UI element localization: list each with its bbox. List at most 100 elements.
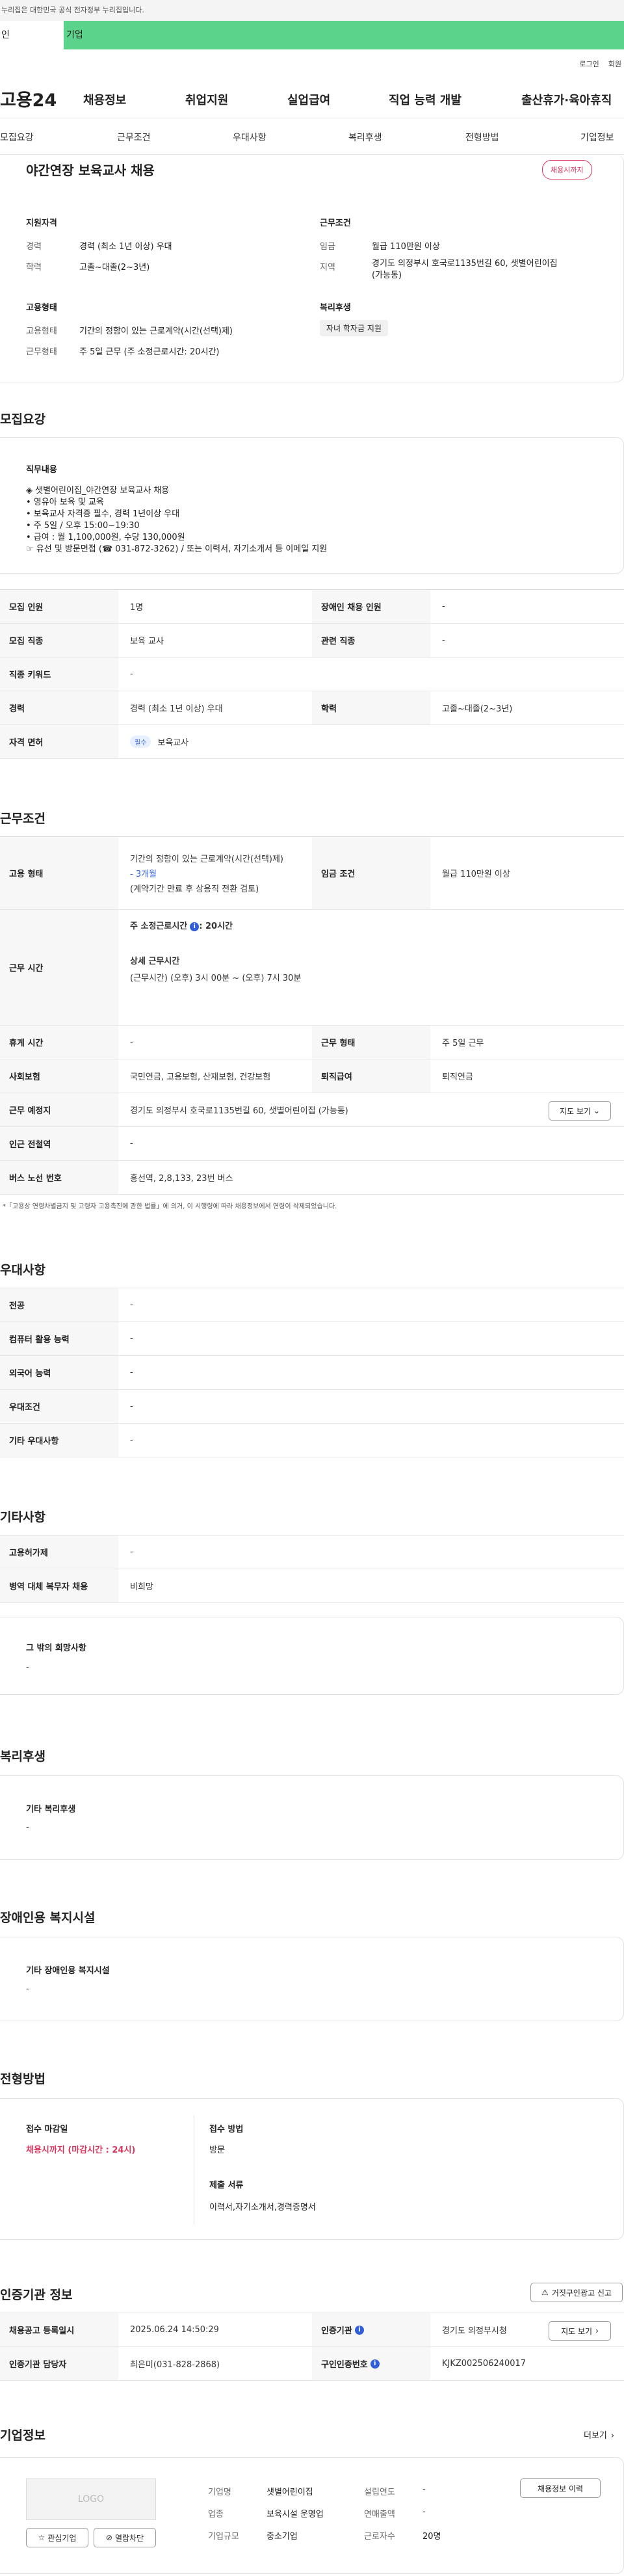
cert-map-button[interactable]: 지도 보기 ›	[549, 2321, 611, 2341]
report-false-ad-button[interactable]: ⚠ 거짓구인광고 신고	[530, 2283, 623, 2302]
preference-table: 전공 - 컴퓨터 활용 능력 - 외국어 능력 - 우대조건 - 기타 우대사항 -	[0, 1288, 624, 1457]
table-row: 직종 키워드 -	[0, 657, 624, 691]
detail-hours-title: 상세 근무시간	[130, 957, 180, 966]
table-cell: 월급 110만원 이상	[442, 870, 510, 879]
weekly-hours: 주 소정근로시간 i: 20시간	[130, 922, 233, 931]
table-row: 인증기관 담당자 최은미(031-828-2868) 구인인증번호 i KJKZ0…	[0, 2347, 624, 2381]
welfare-tag: 자녀 학자금 지원	[320, 320, 388, 336]
recruit-table: 모집 인원 1명 장애인 채용 인원 - 모집 직종 보육 교사 관련 직종 -…	[0, 589, 624, 759]
gov-notice: 누리집은 대한민국 공식 전자정부 누리집입니다.	[0, 0, 624, 21]
facility-title: 장애인용 복지시설	[0, 1911, 96, 1925]
table-header: 우대조건	[0, 1390, 118, 1423]
chevron-right-icon: ›	[595, 2326, 599, 2335]
info-icon[interactable]: i	[190, 922, 200, 931]
snb-selection[interactable]: 전형방법	[465, 131, 499, 144]
table-header: 직종 키워드	[0, 657, 118, 691]
revenue-value: -	[422, 2507, 426, 2517]
facility-box-title: 기타 장애인용 복지시설	[26, 1966, 110, 1976]
table-cell: KJKZ002506240017	[442, 2359, 526, 2369]
table-cell: -	[130, 1139, 133, 1149]
table-cell: -	[130, 1368, 133, 1377]
region-label: 지역	[320, 263, 335, 272]
employment-type-value: 기간의 정함이 있는 근로계약(시간(선택)제)	[79, 326, 233, 336]
snb-preference[interactable]: 우대사항	[233, 131, 266, 144]
education-value: 고졸~대졸(2~3년)	[79, 263, 150, 272]
company-more-link[interactable]: 더보기 ›	[584, 2428, 614, 2441]
deadline-value: 채용시까지 (마감시간 : 24시)	[26, 2145, 136, 2155]
table-row: 인근 전철역 -	[0, 1127, 624, 1161]
table-cell: -	[130, 1547, 133, 1557]
snb-benefit[interactable]: 복리후생	[348, 131, 382, 144]
gnb-employment-support[interactable]: 취업지원	[185, 91, 228, 108]
table-row: 기타 우대사항 -	[0, 1424, 624, 1457]
cert-title: 인증기관 정보	[0, 2288, 73, 2302]
cert-table: 채용공고 등록일시 2025.06.24 14:50:29 인증기관 i 경기도 …	[0, 2313, 624, 2381]
facility-box-value: -	[26, 1984, 29, 1994]
favorite-company-button[interactable]: ☆ 관심기업	[26, 2528, 88, 2547]
table-header: 인증기관 i	[312, 2313, 430, 2346]
table-header: 휴게 시간	[0, 1026, 118, 1059]
table-header: 자격 면허	[0, 725, 118, 758]
snb-condition[interactable]: 근무조건	[117, 131, 151, 144]
table-header: 퇴직급여	[312, 1059, 430, 1093]
table-row: 채용공고 등록일시 2025.06.24 14:50:29 인증기관 i 경기도 …	[0, 2313, 624, 2347]
condition-title: 근무조건	[0, 812, 46, 826]
table-cell: 퇴직연금	[442, 1072, 473, 1082]
qualification-heading: 지원자격	[26, 219, 57, 228]
info-icon[interactable]: i	[354, 2325, 364, 2335]
login-link[interactable]: 로그인	[579, 60, 599, 68]
tab-individual[interactable]: 인	[0, 21, 64, 49]
wage-value: 월급 110만원 이상	[372, 242, 440, 252]
etc-box-value: -	[26, 1663, 29, 1673]
benefit-box-value: -	[26, 1823, 29, 1833]
contract-note: (계약기간 만료 후 상용직 전환 검토)	[130, 884, 259, 894]
snb-company[interactable]: 기업정보	[580, 131, 614, 144]
table-row: 휴게 시간 - 근무 형태 주 5일 근무	[0, 1026, 624, 1059]
table-header: 장애인 채용 인원	[312, 590, 430, 623]
region-value: 경기도 의정부시 호국로1135번길 60, 샛별어린이집	[372, 259, 558, 269]
site-logo[interactable]: 고용24	[0, 86, 77, 111]
table-header: 근무 시간	[0, 910, 118, 1025]
region-value-2: (가능동)	[372, 271, 402, 280]
gnb-job-training[interactable]: 직업 능력 개발	[389, 91, 462, 108]
gnb-jobs[interactable]: 채용정보	[83, 91, 126, 108]
join-link[interactable]: 회원	[608, 60, 621, 68]
recruit-title: 모집요강	[0, 412, 46, 427]
table-header: 모집 인원	[0, 590, 118, 623]
deadline-label: 접수 마감일	[26, 2125, 68, 2134]
gnb-unemployment-benefit[interactable]: 실업급여	[287, 91, 330, 108]
table-cell: -	[130, 669, 133, 679]
recruit-history-button[interactable]: 채용정보 이력	[520, 2478, 601, 2498]
deadline-badge: 채용시까지	[542, 160, 592, 179]
duty-line: ☞ 유선 및 방문면접 (☎ 031-872-3262) / 또는 이력서, 자…	[26, 544, 328, 554]
star-icon: ☆	[38, 2533, 46, 2542]
preference-title: 우대사항	[0, 1263, 46, 1277]
method-label: 접수 방법	[209, 2125, 244, 2134]
condition-heading: 근무조건	[320, 219, 351, 228]
required-badge: 필수	[130, 736, 151, 748]
table-row: 경력 경력 (최소 1년 이상) 우대 학력 고졸~대졸(2~3년)	[0, 691, 624, 725]
table-cell: 보육 교사	[130, 637, 164, 646]
table-cell: 경력 (최소 1년 이상) 우대	[130, 704, 223, 714]
education-label: 학력	[26, 263, 42, 272]
block-view-button[interactable]: ⊘ 열람차단	[94, 2528, 156, 2547]
table-cell: 주 5일 근무	[442, 1039, 484, 1048]
summary-card: 야간연장 보육교사 채용 채용시까지 지원자격 경력 경력 (최소 1년 이상)…	[0, 155, 624, 382]
founded-label: 설립연도	[364, 2488, 395, 2497]
table-cell: 필수 보육교사	[118, 725, 624, 758]
tab-company[interactable]: 기업	[64, 21, 624, 49]
map-button[interactable]: 지도 보기 ⌄	[549, 1101, 611, 1121]
table-header: 모집 직종	[0, 624, 118, 657]
table-cell: -	[130, 1401, 133, 1411]
employment-type-label: 고용형태	[26, 326, 57, 336]
table-cell: -	[442, 635, 445, 645]
table-header: 전공	[0, 1288, 118, 1321]
company-logo: LOGO	[26, 2478, 156, 2520]
employment-heading: 고용형태	[26, 303, 57, 313]
info-icon[interactable]: i	[370, 2359, 380, 2369]
table-header: 버스 노선 번호	[0, 1161, 118, 1194]
gnb-maternity-leave[interactable]: 출산휴가·육아휴직	[521, 91, 612, 108]
company-box: LOGO ☆ 관심기업 ⊘ 열람차단 기업명 샛별어린이집 업종 보육시설 운영업 …	[0, 2457, 624, 2574]
snb-recruit[interactable]: 모집요강	[0, 131, 34, 144]
table-cell: 고졸~대졸(2~3년)	[442, 704, 513, 714]
